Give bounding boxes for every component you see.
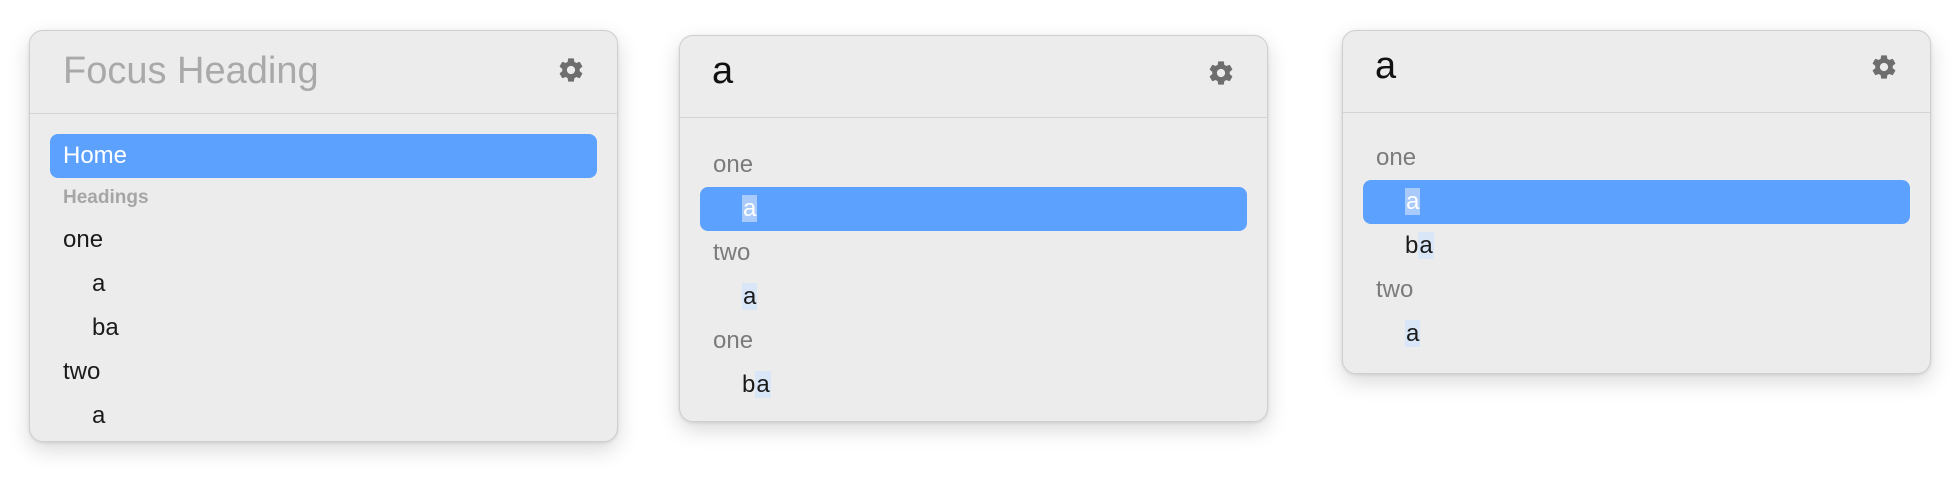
list-item-home[interactable]: Home [50,134,597,178]
search-results-list: one a two a one ba [680,118,1267,407]
search-header: a [1343,31,1930,113]
match-highlight: a [742,195,758,222]
match-highlight: a [1418,232,1434,259]
match-highlight: a [755,371,771,398]
gear-icon[interactable] [1207,59,1235,87]
list-item[interactable]: a [50,394,597,438]
search-input[interactable]: a [712,50,733,93]
match-highlight: a [1405,188,1421,215]
focus-heading-panel-search-a: a one a two a one ba [679,35,1268,422]
search-results-list: one a ba two a [1343,113,1930,356]
search-header: a [680,36,1267,118]
search-input[interactable]: Focus Heading [63,50,319,93]
match-highlight: a [1405,320,1421,347]
result-item[interactable]: a [1363,312,1910,356]
focus-heading-panel-empty: Focus Heading Home Headings one a ba two… [29,30,618,442]
gear-icon[interactable] [557,56,585,84]
result-parent-heading: two [1376,276,1414,303]
list-item[interactable]: two [50,350,597,394]
focus-heading-panel-grouped: a one a ba two a [1342,30,1931,374]
list-item[interactable]: a [50,262,597,306]
result-item[interactable]: a [1363,180,1910,224]
result-parent-heading: two [713,239,751,266]
result-item[interactable]: a [700,275,1247,319]
match-highlight: a [742,283,758,310]
search-input[interactable]: a [1375,45,1396,88]
search-header: Focus Heading [30,31,617,114]
section-header-headings: Headings [63,187,149,208]
result-item[interactable]: ba [700,363,1247,407]
list-item[interactable]: one [50,218,597,262]
result-item[interactable]: ba [1363,224,1910,268]
gear-icon[interactable] [1870,53,1898,81]
result-parent-heading: one [1376,144,1417,171]
result-item[interactable]: a [700,187,1247,231]
result-parent-heading: one [713,151,754,178]
heading-list: Home Headings one a ba two a [30,114,617,438]
list-item[interactable]: ba [50,306,597,350]
result-parent-heading: one [713,327,754,354]
